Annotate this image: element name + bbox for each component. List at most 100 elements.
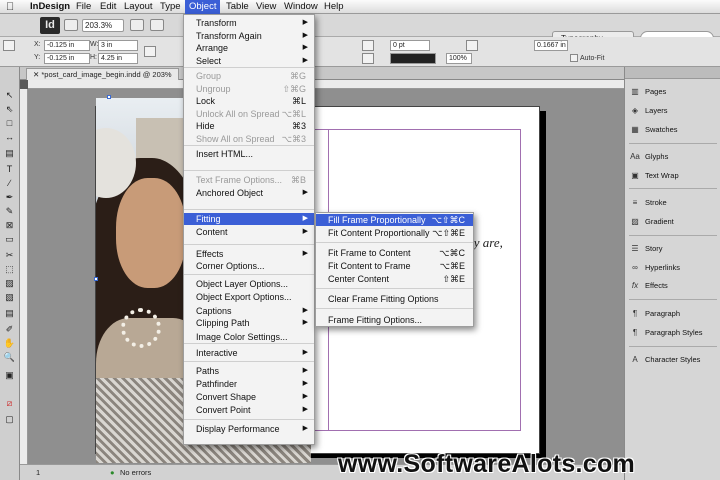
menu-item-interactive[interactable]: Interactive ▶ — [184, 347, 314, 359]
scissors-tool-icon[interactable]: ✂ — [2, 249, 17, 261]
content-collector-icon[interactable]: ▤ — [2, 147, 17, 159]
menu-type[interactable]: Type — [156, 0, 185, 14]
menu-item-anchored-object[interactable]: Anchored Object ▶ — [184, 187, 314, 199]
bridge-icon[interactable] — [64, 19, 78, 31]
zoom-tool-icon[interactable]: 🔍 — [2, 351, 17, 363]
stroke-type-select[interactable] — [390, 53, 436, 64]
preflight-status[interactable]: No errors — [120, 468, 151, 477]
frame-handle[interactable] — [94, 277, 98, 281]
free-transform-tool-icon[interactable]: ⬚ — [2, 263, 17, 275]
menu-item-object-export-options[interactable]: Object Export Options... — [184, 291, 314, 303]
menu-item-fitting[interactable]: Fitting ▶ — [184, 213, 314, 225]
menu-item-insert-html[interactable]: Insert HTML... — [184, 148, 314, 160]
menu-item-transform[interactable]: Transform ▶ — [184, 17, 314, 29]
note-tool-icon[interactable]: ▤ — [2, 307, 17, 319]
menu-item-lock[interactable]: Lock ⌘L — [184, 95, 314, 107]
hand-tool-icon[interactable]: ✋ — [2, 337, 17, 349]
reference-point-icon[interactable] — [3, 40, 15, 51]
panel-paragraph[interactable]: ¶ Paragraph — [629, 307, 719, 321]
menu-item-corner-options[interactable]: Corner Options... — [184, 260, 314, 272]
fitting-item-fit-content-proportionally[interactable]: Fit Content Proportionally ⌥⇧⌘E — [316, 227, 473, 239]
panel-pages[interactable]: ▥ Pages — [629, 85, 719, 99]
menu-item-pathfinder[interactable]: Pathfinder ▶ — [184, 378, 314, 390]
panel-text-wrap[interactable]: ▣ Text Wrap — [629, 169, 719, 183]
constrain-proportions-icon[interactable] — [144, 46, 156, 57]
menu-file[interactable]: File — [72, 0, 95, 14]
menu-item-paths[interactable]: Paths ▶ — [184, 365, 314, 377]
panel-character-styles[interactable]: A Character Styles — [629, 353, 719, 367]
rectangle-frame-tool-icon[interactable]: ⊠ — [2, 219, 17, 231]
menu-item-transform-again[interactable]: Transform Again ▶ — [184, 30, 314, 42]
menu-item-arrange[interactable]: Arrange ▶ — [184, 42, 314, 54]
screen-mode-tool-icon[interactable]: ▢ — [2, 413, 17, 425]
panel-paragraph-styles[interactable]: ¶ Paragraph Styles — [629, 326, 719, 340]
rectangle-tool-icon[interactable]: ▭ — [2, 233, 17, 245]
page-tool-icon[interactable]: □ — [2, 117, 17, 129]
menu-item-select[interactable]: Select ▶ — [184, 55, 314, 67]
frame-handle[interactable] — [107, 95, 111, 99]
panel-hyperlinks[interactable]: ∞ Hyperlinks — [629, 261, 719, 275]
stroke-swatch-icon[interactable] — [362, 53, 374, 64]
direct-selection-tool-icon[interactable]: ⇖ — [2, 103, 17, 115]
selection-tool-icon[interactable]: ↖ — [2, 89, 17, 101]
menu-table[interactable]: Table — [222, 0, 253, 14]
document-tab[interactable]: ✕ *post_card_image_begin.indd @ 203% — [26, 68, 179, 80]
fill-swatch-icon[interactable] — [362, 40, 374, 51]
menu-view[interactable]: View — [252, 0, 280, 14]
type-tool-icon[interactable]: T — [2, 163, 17, 175]
pen-tool-icon[interactable]: ✒ — [2, 191, 17, 203]
panel-glyphs[interactable]: Aa Glyphs — [629, 150, 719, 164]
fitting-item-fit-content-to-frame[interactable]: Fit Content to Frame ⌥⌘E — [316, 260, 473, 272]
fitting-item-fit-frame-to-content[interactable]: Fit Frame to Content ⌥⌘C — [316, 247, 473, 259]
opacity-field[interactable]: 100% — [446, 53, 472, 64]
autofit-checkbox[interactable] — [570, 54, 578, 62]
eyedropper-tool-icon[interactable]: ✐ — [2, 323, 17, 335]
panel-stroke[interactable]: ≡ Stroke — [629, 196, 719, 210]
stroke-weight-field[interactable]: 0 pt — [390, 40, 430, 51]
w-field[interactable]: 3 in — [98, 40, 138, 51]
zoom-field[interactable]: 203.3% — [82, 19, 124, 32]
panel-layers[interactable]: ◈ Layers — [629, 104, 719, 118]
menu-item-image-color-settings[interactable]: Image Color Settings... — [184, 331, 314, 343]
screen-mode-icon[interactable] — [150, 19, 164, 31]
gradient-tool-icon[interactable]: ▨ — [2, 277, 17, 289]
x-field[interactable]: -0.125 in — [44, 40, 90, 51]
menu-item-object-layer-options[interactable]: Object Layer Options... — [184, 278, 314, 290]
fill-stroke-icon[interactable]: ▣ — [2, 369, 17, 381]
fitting-item-clear-frame-fitting-options[interactable]: Clear Frame Fitting Options — [316, 293, 473, 305]
y-field[interactable]: -0.125 in — [44, 53, 90, 64]
gap-tool-icon[interactable]: ↔ — [2, 131, 17, 143]
gradient-feather-tool-icon[interactable]: ▧ — [2, 291, 17, 303]
menu-item-captions[interactable]: Captions ▶ — [184, 305, 314, 317]
vertical-ruler[interactable] — [20, 89, 28, 464]
menu-item-hide[interactable]: Hide ⌘3 — [184, 120, 314, 132]
fitting-item-center-content[interactable]: Center Content ⇧⌘E — [316, 273, 473, 285]
fitting-item-fill-frame-proportionally[interactable]: Fill Frame Proportionally ⌥⇧⌘C — [316, 214, 473, 226]
menu-help[interactable]: Help — [320, 0, 348, 14]
line-tool-icon[interactable]: ∕ — [2, 177, 17, 189]
panel-swatches[interactable]: ▦ Swatches — [629, 123, 719, 137]
menu-layout[interactable]: Layout — [120, 0, 157, 14]
panel-story[interactable]: ☰ Story — [629, 242, 719, 256]
h-field[interactable]: 4.25 in — [98, 53, 138, 64]
menu-item-convert-point[interactable]: Convert Point ▶ — [184, 404, 314, 416]
menu-item-effects[interactable]: Effects ▶ — [184, 248, 314, 260]
view-options-icon[interactable] — [130, 19, 144, 31]
gap-field[interactable]: 0.1667 in — [534, 40, 568, 51]
menu-item-clipping-path[interactable]: Clipping Path ▶ — [184, 317, 314, 329]
panel-effects[interactable]: fx Effects — [629, 279, 719, 293]
menu-item-content[interactable]: Content ▶ — [184, 226, 314, 238]
apple-icon[interactable]:  — [6, 0, 14, 14]
none-swatch-icon[interactable]: ⧄ — [2, 397, 17, 409]
menu-edit[interactable]: Edit — [96, 0, 120, 14]
menu-indesign[interactable]: InDesign — [26, 0, 74, 14]
page-number[interactable]: 1 — [36, 468, 40, 477]
fx-icon[interactable] — [466, 40, 478, 51]
menu-object[interactable]: Object — [185, 0, 221, 14]
menu-item-convert-shape[interactable]: Convert Shape ▶ — [184, 391, 314, 403]
pencil-tool-icon[interactable]: ✎ — [2, 205, 17, 217]
panel-dock-header[interactable] — [625, 67, 720, 79]
menu-window[interactable]: Window — [280, 0, 322, 14]
panel-gradient[interactable]: ▨ Gradient — [629, 215, 719, 229]
fitting-item-frame-fitting-options[interactable]: Frame Fitting Options... — [316, 314, 473, 326]
